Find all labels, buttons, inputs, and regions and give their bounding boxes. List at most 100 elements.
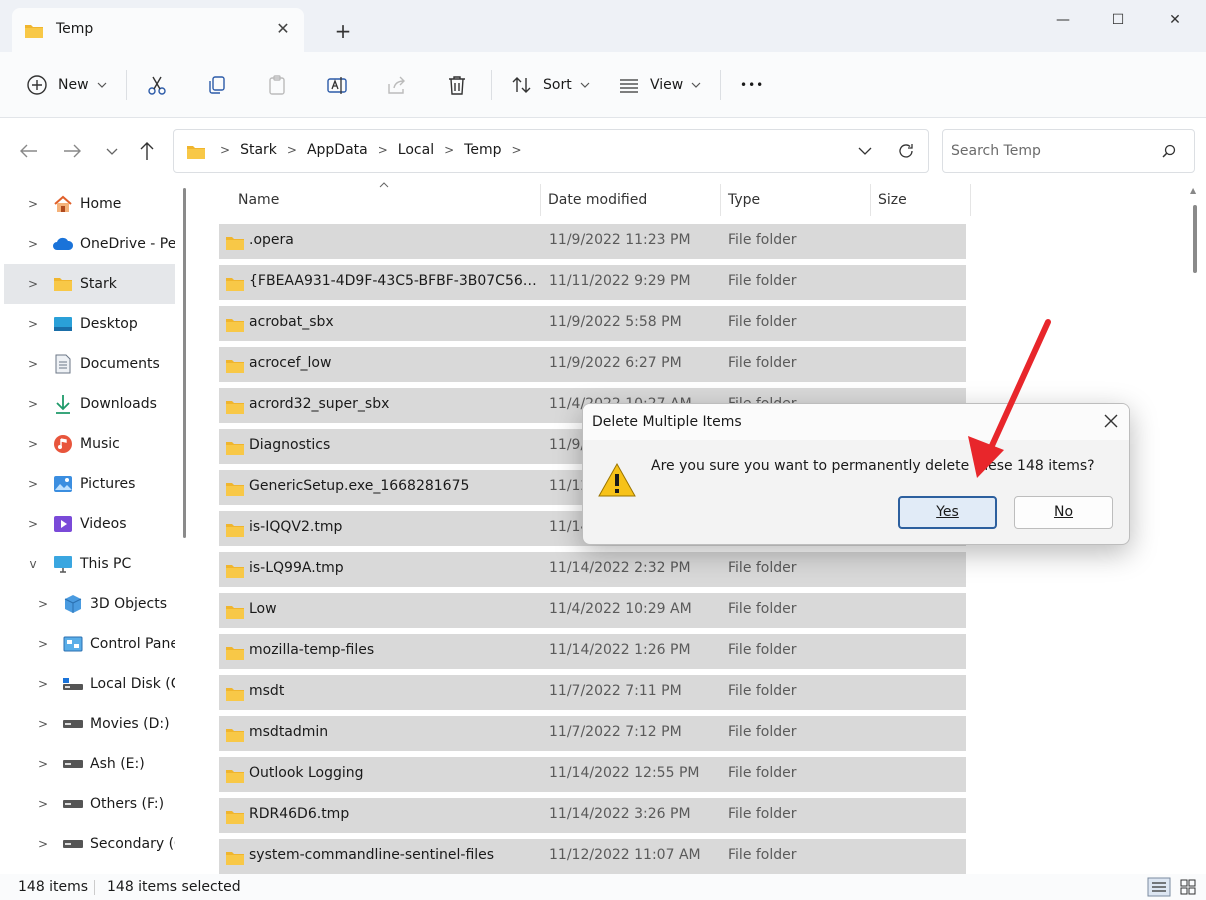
sidebar-item-secondary-g[interactable]: > Secondary (G: [4, 824, 175, 864]
scroll-up-icon[interactable]: ▲: [1190, 186, 1196, 195]
sidebar-item-pictures[interactable]: > Pictures: [4, 464, 175, 504]
new-tab-button[interactable]: +: [332, 20, 354, 42]
breadcrumb-local[interactable]: Local: [398, 142, 434, 158]
sidebar-item-desktop[interactable]: > Desktop: [4, 304, 175, 344]
file-row[interactable]: Outlook Logging 11/14/2022 12:55 PM File f…: [219, 757, 966, 792]
file-row[interactable]: acrocef_low 11/9/2022 6:27 PM File folder: [219, 347, 966, 382]
chevron-right-icon[interactable]: >: [26, 357, 40, 371]
chevron-right-icon[interactable]: >: [36, 797, 50, 811]
more-options-button[interactable]: •••: [740, 68, 764, 102]
chevron-right-icon[interactable]: >: [26, 437, 40, 451]
selected-count: 148 items selected: [107, 879, 241, 895]
column-header-size[interactable]: Size: [870, 184, 970, 216]
chevron-right-icon[interactable]: >: [36, 837, 50, 851]
file-row[interactable]: system-commandline-sentinel-files 11/12/2…: [219, 839, 966, 874]
copy-button[interactable]: [206, 68, 228, 102]
file-row[interactable]: msdt 11/7/2022 7:11 PM File folder: [219, 675, 966, 710]
delete-button[interactable]: [446, 68, 468, 102]
column-header-name[interactable]: Name: [230, 184, 540, 216]
up-arrow-icon[interactable]: [135, 139, 159, 163]
refresh-icon[interactable]: [896, 141, 916, 161]
search-box[interactable]: [942, 129, 1195, 173]
close-tab-button[interactable]: ✕: [274, 20, 292, 38]
documents-icon: [52, 354, 74, 374]
file-name: Diagnostics: [249, 437, 331, 453]
chevron-right-icon[interactable]: >: [26, 237, 40, 251]
file-row[interactable]: {FBEAA931-4D9F-43C5-BFBF-3B07C5672... 11/…: [219, 265, 966, 300]
downloads-icon: [52, 394, 74, 414]
file-row[interactable]: .opera 11/9/2022 11:23 PM File folder: [219, 224, 966, 259]
file-row[interactable]: msdtadmin 11/7/2022 7:12 PM File folder: [219, 716, 966, 751]
sidebar-item-control-panel[interactable]: > Control Panel: [4, 624, 175, 664]
file-row[interactable]: acrobat_sbx 11/9/2022 5:58 PM File folder: [219, 306, 966, 341]
minimize-button[interactable]: —: [1040, 8, 1086, 32]
file-row[interactable]: mozilla-temp-files 11/14/2022 1:26 PM File…: [219, 634, 966, 669]
sidebar-item-local-disk-c[interactable]: > Local Disk (C: [4, 664, 175, 704]
search-input[interactable]: [951, 140, 1151, 162]
file-date-modified: 11/12/2022 11:07 AM: [549, 847, 701, 863]
sidebar-item-downloads[interactable]: > Downloads: [4, 384, 175, 424]
file-name: acrord32_super_sbx: [249, 396, 390, 412]
file-type: File folder: [728, 642, 797, 658]
sort-button[interactable]: Sort: [511, 68, 590, 102]
no-button[interactable]: No: [1014, 496, 1113, 529]
breadcrumb-stark[interactable]: Stark: [240, 142, 277, 158]
forward-arrow-icon[interactable]: [60, 139, 84, 163]
tab-temp[interactable]: Temp ✕: [12, 8, 304, 52]
sidebar-item-home[interactable]: > Home: [4, 184, 175, 224]
maximize-button[interactable]: ☐: [1095, 8, 1141, 32]
chevron-right-icon[interactable]: >: [36, 717, 50, 731]
file-list-scrollbar[interactable]: [1193, 205, 1197, 273]
sidebar-item-documents[interactable]: > Documents: [4, 344, 175, 384]
sidebar-scrollbar[interactable]: [183, 188, 186, 538]
details-view-icon[interactable]: [1147, 877, 1171, 897]
chevron-right-icon[interactable]: >: [26, 517, 40, 531]
file-row[interactable]: is-LQ99A.tmp 11/14/2022 2:32 PM File folde…: [219, 552, 966, 587]
sidebar-item-others-f[interactable]: > Others (F:): [4, 784, 175, 824]
chevron-down-icon[interactable]: v: [26, 557, 40, 571]
breadcrumb-temp[interactable]: Temp: [464, 142, 501, 158]
yes-button[interactable]: Yes: [898, 496, 997, 529]
sidebar-item-music[interactable]: > Music: [4, 424, 175, 464]
folder-icon: [52, 274, 74, 294]
view-button[interactable]: View: [618, 68, 701, 102]
sidebar-item-ash-e[interactable]: > Ash (E:): [4, 744, 175, 784]
chevron-right-icon: >: [286, 143, 297, 157]
chevron-right-icon[interactable]: >: [26, 277, 40, 291]
sidebar-item-onedrive[interactable]: > OneDrive - Per: [4, 224, 175, 264]
cut-button[interactable]: [146, 68, 168, 102]
chevron-right-icon[interactable]: >: [26, 317, 40, 331]
column-header-date-modified[interactable]: Date modified: [540, 184, 720, 216]
tiles-view-icon[interactable]: [1176, 877, 1200, 897]
rename-button[interactable]: [326, 68, 348, 102]
folder-icon: [225, 604, 245, 624]
chevron-right-icon[interactable]: >: [26, 477, 40, 491]
breadcrumb-appdata[interactable]: AppData: [307, 142, 368, 158]
drive-icon: [62, 714, 84, 734]
new-button[interactable]: New: [26, 68, 107, 102]
sidebar-item-this-pc[interactable]: v This PC: [4, 544, 175, 584]
chevron-right-icon[interactable]: >: [36, 637, 50, 651]
address-history-chevron-icon[interactable]: [856, 142, 874, 160]
file-row[interactable]: Low 11/4/2022 10:29 AM File folder: [219, 593, 966, 628]
back-arrow-icon[interactable]: [17, 139, 41, 163]
chevron-right-icon[interactable]: >: [36, 677, 50, 691]
close-window-button[interactable]: ✕: [1152, 8, 1198, 32]
share-button[interactable]: [386, 68, 408, 102]
file-row[interactable]: RDR46D6.tmp 11/14/2022 3:26 PM File folder: [219, 798, 966, 833]
sidebar-item-videos[interactable]: > Videos: [4, 504, 175, 544]
chevron-right-icon[interactable]: >: [26, 197, 40, 211]
recent-locations-chevron-icon[interactable]: [100, 139, 124, 163]
chevron-right-icon[interactable]: >: [26, 397, 40, 411]
paste-button[interactable]: [266, 68, 288, 102]
sidebar-item-stark[interactable]: > Stark: [4, 264, 175, 304]
chevron-right-icon[interactable]: >: [36, 757, 50, 771]
column-header-type[interactable]: Type: [720, 184, 870, 216]
sidebar-item-movies-d[interactable]: > Movies (D:): [4, 704, 175, 744]
address-bar[interactable]: > Stark > AppData > Local > Temp >: [173, 129, 929, 173]
chevron-right-icon[interactable]: >: [36, 597, 50, 611]
column-divider[interactable]: [970, 184, 971, 216]
command-bar: New Sort View •••: [0, 52, 1206, 118]
close-icon[interactable]: [1103, 413, 1119, 429]
sidebar-item-3d-objects[interactable]: > 3D Objects: [4, 584, 175, 624]
